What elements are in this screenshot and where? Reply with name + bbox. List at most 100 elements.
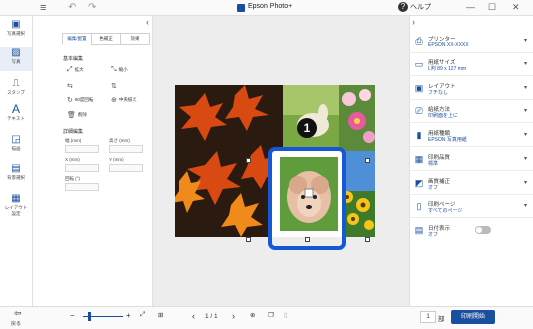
flip-horizontal-tool[interactable]: ⇆	[67, 82, 73, 90]
fit-screen-icon[interactable]: ⤢	[140, 311, 145, 319]
flip-vertical-tool[interactable]: ⇅	[111, 82, 117, 90]
flip-horizontal-icon: ⇆	[67, 83, 73, 90]
setting-value: オフ	[428, 185, 439, 191]
resize-handle-bottom-left[interactable]	[246, 237, 251, 242]
edit-panel	[33, 16, 153, 306]
chevron-down-icon: ▾	[524, 85, 528, 91]
back-arrow-icon[interactable]: ⇦	[14, 308, 22, 319]
delete-tool[interactable]: 🗑 削除	[67, 111, 87, 119]
background-icon: ▤	[11, 163, 21, 174]
tab-effects[interactable]: 効果	[120, 33, 150, 45]
x-field[interactable]	[65, 164, 99, 172]
chevron-down-icon: ▾	[524, 180, 528, 186]
page-prev-button[interactable]: ‹	[192, 311, 195, 321]
zoom-out-button[interactable]: −	[70, 311, 75, 320]
chevron-down-icon: ▾	[524, 156, 528, 162]
chevron-down-icon: ▾	[524, 203, 528, 209]
y-field[interactable]	[109, 164, 143, 172]
tab-color-correction[interactable]: 色補正	[91, 33, 121, 45]
y-label: Y (mm)	[109, 157, 124, 162]
resize-handle-top-right[interactable]	[365, 158, 370, 163]
print-start-button[interactable]: 印刷開始	[451, 310, 495, 324]
hamburger-menu-icon[interactable]: ≡	[40, 2, 46, 14]
copies-input[interactable]: 1	[420, 311, 436, 323]
photo-flowers[interactable]	[339, 85, 375, 151]
photo-maple-leaves[interactable]	[175, 85, 283, 237]
date-display-toggle[interactable]	[475, 226, 491, 234]
rail-item-background[interactable]: ▤ 背景選択	[0, 163, 32, 185]
copy-page-icon[interactable]: ❐	[268, 311, 274, 319]
resize-handle-top-left[interactable]	[246, 158, 251, 163]
delete-page-icon[interactable]: ▯	[284, 311, 288, 319]
setting-image-correction[interactable]: ◩ 画質補正 オフ ▾	[409, 173, 533, 195]
width-field[interactable]	[65, 145, 99, 153]
maximize-button[interactable]: ☐	[488, 2, 496, 13]
print-pages-icon: ▯	[416, 201, 422, 211]
edit-tabs: 編集/配置 色補正 効果	[62, 33, 150, 45]
calendar-icon: ▤	[414, 225, 424, 235]
grid-icon[interactable]: ⊞	[158, 311, 163, 319]
tab-edit-layout[interactable]: 編集/配置	[62, 33, 92, 45]
center-align-icon: ⊕	[111, 97, 117, 104]
rail-item-text[interactable]: A テキスト	[0, 103, 32, 126]
setting-print-quality[interactable]: ▦ 印刷品質 標準 ▾	[409, 149, 533, 171]
detail-edit-title: 詳細編集	[63, 129, 84, 135]
center-align-tool[interactable]: ⊕ 中央揃え	[111, 96, 137, 104]
zoom-in-icon: ⤢	[67, 66, 73, 73]
zoom-slider-handle[interactable]	[88, 312, 91, 321]
close-button[interactable]: ✕	[512, 2, 520, 13]
paper-type-icon: ▮	[416, 130, 422, 140]
page-next-button[interactable]: ›	[232, 311, 235, 321]
tool-label: 削除	[77, 112, 87, 117]
setting-print-pages[interactable]: ▯ 印刷ページ すべてのページ ▾	[409, 196, 533, 218]
rail-item-photo[interactable]: ▨ 写真	[0, 47, 32, 71]
setting-value: フチなし	[428, 90, 449, 96]
back-label[interactable]: 戻る	[11, 320, 21, 327]
zoom-in-button[interactable]: +	[126, 311, 131, 320]
zoom-in-tool[interactable]: ⤢ 拡大	[67, 66, 84, 74]
rotate-90-tool[interactable]: ↻ 90度回転	[67, 96, 93, 104]
setting-layout[interactable]: ▣ レイアウト フチなし ▾	[409, 78, 533, 100]
setting-value: EPSON 写真用紙	[428, 137, 467, 143]
rail-item-layout-settings[interactable]: ▦ レイアウト設定	[0, 193, 32, 221]
page-indicator: 1 / 1	[205, 313, 218, 320]
photo-select-icon: ▣	[11, 19, 21, 30]
setting-paper-feed[interactable]: ⎚ 給紙方法 印刷面を上に ▾	[409, 101, 533, 123]
rail-label: 写真選択	[7, 31, 25, 36]
rail-label: 背景選択	[7, 175, 25, 180]
rail-item-draw[interactable]: ◲ 描画	[0, 134, 32, 156]
setting-paper-type[interactable]: ▮ 用紙種類 EPSON 写真用紙 ▾	[409, 125, 533, 147]
help-button[interactable]: ? ヘルプ	[398, 2, 431, 12]
undo-icon[interactable]: ↶	[68, 2, 76, 13]
paper-size-icon: ▭	[414, 59, 424, 69]
tool-label: 中央揃え	[118, 97, 137, 102]
collapse-panel-left-icon[interactable]: ‹	[146, 17, 149, 27]
rail-item-stamp[interactable]: ⎍ スタンプ	[0, 78, 32, 100]
chevron-down-icon: ▾	[524, 38, 528, 44]
draw-icon: ◲	[11, 134, 21, 145]
add-page-icon[interactable]: ⊕	[250, 311, 255, 319]
resize-handle-bottom-right[interactable]	[365, 237, 370, 242]
redo-icon[interactable]: ↷	[88, 2, 96, 13]
help-label: ヘルプ	[410, 4, 431, 11]
angle-field[interactable]	[65, 183, 99, 191]
height-label: 高さ (mm)	[109, 138, 130, 143]
tool-label: 縮小	[118, 67, 128, 72]
layout-settings-icon: ▦	[11, 193, 21, 204]
paper-feed-icon: ⎚	[415, 106, 423, 116]
zoom-out-tool[interactable]: ⤡ 縮小	[111, 66, 128, 74]
rail-item-photo-select[interactable]: ▣ 写真選択	[0, 19, 32, 43]
collapse-panel-right-icon[interactable]: ›	[412, 17, 415, 27]
setting-paper-size[interactable]: ▭ 用紙サイズ L判 89 x 127 mm ▾	[409, 54, 533, 76]
minimize-button[interactable]: —	[466, 2, 475, 12]
setting-printer[interactable]: ⎙ プリンター EPSON XX-XXXX ▾	[409, 31, 533, 53]
callout-number-badge: 1	[297, 118, 317, 138]
rotate-icon: ↻	[67, 97, 73, 104]
app-logo-icon	[237, 4, 245, 12]
title-bar: ≡ ↶ ↷ Epson Photo+ ? ヘルプ — ☐ ✕	[0, 0, 533, 16]
rail-label: スタンプ	[7, 90, 25, 95]
setting-value: すべてのページ	[428, 208, 463, 214]
height-field[interactable]	[109, 145, 143, 153]
chevron-down-icon: ▾	[524, 108, 528, 114]
window-title: Epson Photo+	[248, 3, 293, 10]
